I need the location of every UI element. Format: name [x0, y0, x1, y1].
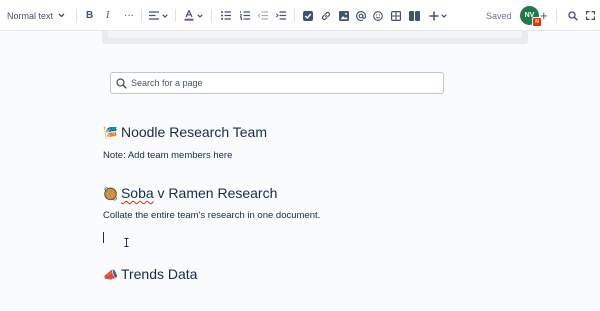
bold-button[interactable]: B [86, 0, 93, 31]
section-heading: 📣 Trends Data [103, 266, 197, 282]
align-left-icon [149, 11, 159, 20]
ibeam-pointer-icon [124, 234, 129, 252]
text-cursor[interactable] [103, 232, 104, 243]
outdent-button[interactable] [258, 0, 268, 31]
toolbar-divider [294, 9, 295, 22]
search-icon [116, 77, 127, 89]
insert-dropdown[interactable] [429, 0, 447, 31]
fullwidth-button[interactable] [586, 0, 595, 31]
panel-block-inner [108, 31, 522, 38]
section-body: Collate the entire team's research in on… [103, 210, 321, 221]
link-icon [321, 11, 331, 21]
add-collaborator-button[interactable]: + [540, 0, 548, 31]
more-formatting-button[interactable]: ··· [124, 0, 134, 31]
emoji-button[interactable] [373, 0, 383, 31]
toolbar-divider [76, 9, 77, 22]
search-icon [568, 10, 578, 21]
save-status: Saved [486, 10, 512, 21]
section-body: Note: Add team members here [103, 150, 233, 161]
layout-icon [409, 10, 420, 21]
chevron-down-icon [441, 13, 447, 18]
numbered-list-icon [240, 11, 250, 20]
text-style-label: Normal text [7, 10, 54, 21]
mention-icon [356, 10, 366, 21]
text-color-dropdown[interactable] [184, 0, 203, 31]
toolbar-divider [141, 9, 142, 22]
toolbar-divider [556, 9, 557, 22]
image-icon [339, 10, 349, 21]
section-heading: 🎏 Noodle Research Team [103, 124, 267, 140]
alignment-dropdown[interactable] [149, 0, 168, 31]
bullet-list-icon [221, 11, 231, 20]
find-button[interactable] [568, 0, 578, 31]
page-search-input[interactable] [131, 78, 431, 88]
section-heading-text: Noodle Research Team [120, 124, 267, 140]
outdent-icon [258, 11, 268, 20]
page-search-box[interactable] [110, 72, 444, 94]
chevron-down-icon [162, 13, 168, 18]
section-emoji: 🎏 [103, 126, 118, 140]
editor-window: Normal text B I ··· Saved NV N + Search … [0, 0, 600, 311]
table-button[interactable] [391, 0, 401, 31]
italic-button[interactable]: I [106, 0, 109, 31]
chevron-down-icon [58, 13, 65, 18]
toolbar-divider [175, 9, 176, 22]
insert-plus-icon [429, 11, 439, 21]
image-button[interactable] [339, 0, 349, 31]
link-button[interactable] [321, 0, 331, 31]
section-emoji: 📣 [103, 268, 118, 282]
layout-button[interactable] [409, 0, 420, 31]
section-heading-text: v Ramen Research [153, 185, 278, 201]
table-icon [391, 10, 401, 21]
mention-button[interactable] [356, 0, 366, 31]
section-heading-text: Trends Data [120, 266, 198, 282]
text-color-icon [184, 10, 194, 21]
numbered-list-button[interactable] [240, 0, 250, 31]
chevron-down-icon [197, 13, 203, 18]
editor-toolbar: Normal text B I ··· Saved NV N + [0, 0, 600, 31]
bullet-list-button[interactable] [221, 0, 231, 31]
task-checkbox-icon [303, 10, 313, 21]
spellcheck-flagged-word[interactable]: Soba [121, 185, 154, 201]
section-emoji: 🥘 [103, 187, 118, 201]
emoji-icon [373, 10, 383, 21]
toolbar-divider [211, 9, 212, 22]
expand-icon [586, 11, 595, 20]
indent-icon [276, 11, 286, 20]
task-list-button[interactable] [303, 0, 313, 31]
text-style-dropdown[interactable]: Normal text [7, 0, 65, 31]
indent-button[interactable] [276, 0, 286, 31]
section-heading: 🥘 Soba v Ramen Research [103, 185, 277, 201]
